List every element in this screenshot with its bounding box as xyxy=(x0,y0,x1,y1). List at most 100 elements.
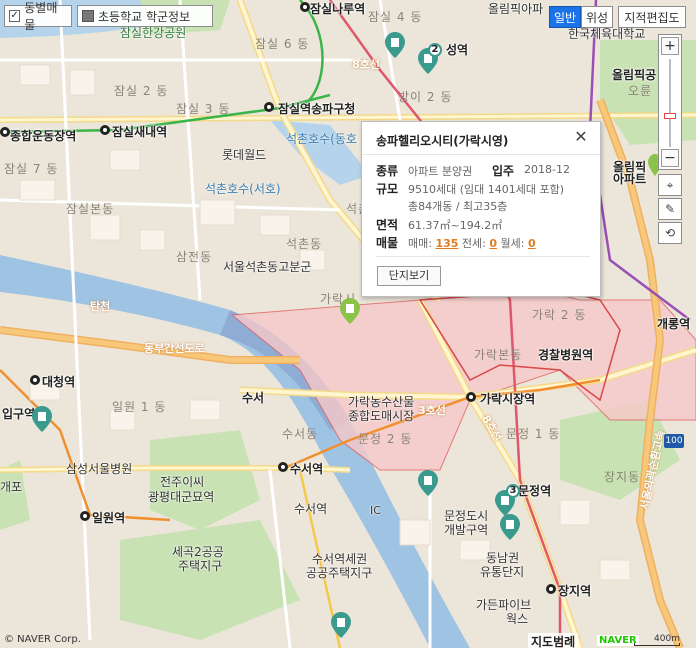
label-jamsil6: 잠실 6 동 xyxy=(255,37,310,51)
map-legend-button[interactable]: 지도범례 xyxy=(528,633,579,648)
map-type-normal-button[interactable]: 일반 xyxy=(549,6,581,28)
view-complex-button[interactable]: 단지보기 xyxy=(377,266,441,286)
scale-value-detail: 총84개동 / 최고35층 xyxy=(408,200,508,213)
label-seoul-seokchon-office: 서울석촌동고분군 xyxy=(223,260,312,274)
label-dongnam2: 유통단지 xyxy=(480,565,525,579)
school-toggle-label: 초등학교 학군정보 xyxy=(98,9,191,24)
label-gatdeun2: 웍스 xyxy=(506,612,529,626)
station-dot-jangji[interactable] xyxy=(546,584,556,594)
label-tancheon: 탄천 xyxy=(90,300,111,313)
map-type-cadastral-button[interactable]: 지적편집도 xyxy=(618,6,686,28)
listing-toggle[interactable]: ✓ 동별매물 xyxy=(4,1,72,32)
school-checkbox[interactable] xyxy=(82,10,94,22)
school-toggle[interactable]: 초등학교 학군정보 xyxy=(77,5,213,27)
label-ilwon-station2: 일원역 xyxy=(92,511,126,525)
listing-checkbox[interactable]: ✓ xyxy=(9,10,21,22)
label-garak-station: 가락시장역 xyxy=(480,392,536,406)
station-dot-ilwon[interactable] xyxy=(80,511,90,521)
label-jamsil2: 잠실 2 동 xyxy=(114,84,169,98)
popup-divider xyxy=(362,154,600,155)
label-gaepo: 개포 xyxy=(0,480,23,494)
label-munjeong-station: 문정역 xyxy=(518,484,552,498)
label-sports-complex: 종합운동장역 xyxy=(10,129,77,143)
monthly-label: 월세: xyxy=(500,237,525,250)
label-samjeon: 삼전동 xyxy=(176,250,213,264)
scale-value: 9510세대 (임대 1401세대 포함) xyxy=(408,183,565,196)
label-garak2: 가락 2 동 xyxy=(532,308,587,322)
sale-count-link[interactable]: 135 xyxy=(435,237,458,250)
selected-marker-icon[interactable] xyxy=(340,298,360,324)
label-jangji-dong: 장지동 xyxy=(604,470,641,484)
zoom-slider-track[interactable] xyxy=(669,59,671,147)
label-bangi2: 방이 2 동 xyxy=(398,90,453,104)
property-marker-icon[interactable] xyxy=(500,514,520,540)
street-view-button[interactable]: ⌖ xyxy=(658,174,682,196)
listing-toggle-label: 동별매물 xyxy=(24,1,58,32)
station-dot-jamsil-saenae[interactable] xyxy=(100,125,110,135)
label-jamsil-saenae: 잠실새내역 xyxy=(112,125,168,139)
zoom-slider-handle[interactable] xyxy=(664,113,676,119)
popup-title: 송파헬리오시티(가락시영) xyxy=(376,134,509,148)
label-suseo-ic: 수서 xyxy=(242,391,265,405)
type-label: 종류 xyxy=(376,164,399,178)
station-dot-daecheong[interactable] xyxy=(30,375,40,385)
label-ilwon-station: 입구역 xyxy=(2,407,36,421)
label-jamsil-songpa: 잠실역송파구청 xyxy=(278,102,356,116)
scale-label: 규모 xyxy=(376,182,399,196)
sale-label: 매매: xyxy=(408,237,432,250)
movein-label: 입주 xyxy=(492,164,515,178)
monthly-count-link[interactable]: 0 xyxy=(528,237,536,250)
rotate-button[interactable]: ⟲ xyxy=(658,222,682,244)
label-ic: IC xyxy=(370,504,381,517)
zoom-control: + − xyxy=(658,34,682,170)
ruler-button[interactable]: ✎ xyxy=(658,198,682,220)
cluster-badge-2[interactable]: 2 xyxy=(428,43,442,57)
station-dot-jamsil-naru[interactable] xyxy=(300,2,310,12)
station-dot-jamsil[interactable] xyxy=(264,102,274,112)
label-gwangpyeong: 광평대군묘역 xyxy=(148,490,215,504)
jeonse-count-link[interactable]: 0 xyxy=(489,237,497,250)
label-suseo-segok2: 공공주택지구 xyxy=(306,566,373,580)
label-munjeong2: 문정 2 동 xyxy=(358,432,413,446)
property-marker-icon[interactable] xyxy=(331,612,351,638)
label-seokchon-lake-west: 석촌호수(서호) xyxy=(205,182,281,196)
label-line8-top: 8호선 xyxy=(352,58,380,71)
property-marker-icon[interactable] xyxy=(32,406,52,432)
property-marker-icon[interactable] xyxy=(385,32,405,58)
label-suseo-dong: 수서동 xyxy=(282,427,319,441)
complex-info-popup: 송파헬리오시티(가락시영) ✕ 종류 아파트 분양권 입주 2018-12 규모… xyxy=(361,121,601,297)
type-value: 아파트 분양권 xyxy=(408,165,473,178)
popup-divider-bottom xyxy=(376,256,590,257)
label-jamsil-naru: 잠실나루역 xyxy=(310,2,366,16)
label-suseo-station: 수서역 xyxy=(290,462,324,476)
label-garak-agri2: 종합도매시장 xyxy=(348,409,415,423)
zoom-in-button[interactable]: + xyxy=(661,37,679,55)
station-dot-garak[interactable] xyxy=(466,392,476,402)
map-type-satellite-button[interactable]: 위성 xyxy=(581,6,613,28)
label-daecheong: 대청역 xyxy=(42,375,76,389)
label-munjeong1: 문정 1 동 xyxy=(506,427,561,441)
station-dot-suseo[interactable] xyxy=(278,462,288,472)
naver-logo[interactable]: NAVER xyxy=(597,635,639,646)
label-seongnae: 성역 xyxy=(446,43,469,57)
label-line3: 3호선 xyxy=(418,404,446,417)
label-seokchon-dong: 석촌동 xyxy=(286,237,323,251)
label-olympic-park2: 오륜 xyxy=(628,84,653,98)
label-jamsil3: 잠실 3 동 xyxy=(176,102,231,116)
label-olympic-apt3: 아파트 xyxy=(613,172,647,186)
area-value: 61.37㎡~194.2㎡ xyxy=(408,219,503,232)
scale-bar-line xyxy=(634,643,680,646)
area-label: 면적 xyxy=(376,218,399,232)
label-srt-suseo: 수서역 xyxy=(294,502,328,516)
label-jamsil7: 잠실 7 동 xyxy=(4,162,59,176)
station-dot-sports-complex[interactable] xyxy=(0,127,10,137)
listing-values: 매매: 135 전세: 0 월세: 0 xyxy=(408,235,536,251)
zoom-out-button[interactable]: − xyxy=(661,149,679,167)
cluster-badge-3[interactable]: 3 xyxy=(506,484,520,498)
movein-value: 2018-12 xyxy=(524,163,570,176)
listing-label: 매물 xyxy=(376,236,399,250)
label-kyungchal: 경찰병원역 xyxy=(538,348,594,362)
label-munjeong-urban2: 개발구역 xyxy=(444,523,489,537)
property-marker-icon[interactable] xyxy=(418,470,438,496)
close-icon[interactable]: ✕ xyxy=(574,129,588,145)
